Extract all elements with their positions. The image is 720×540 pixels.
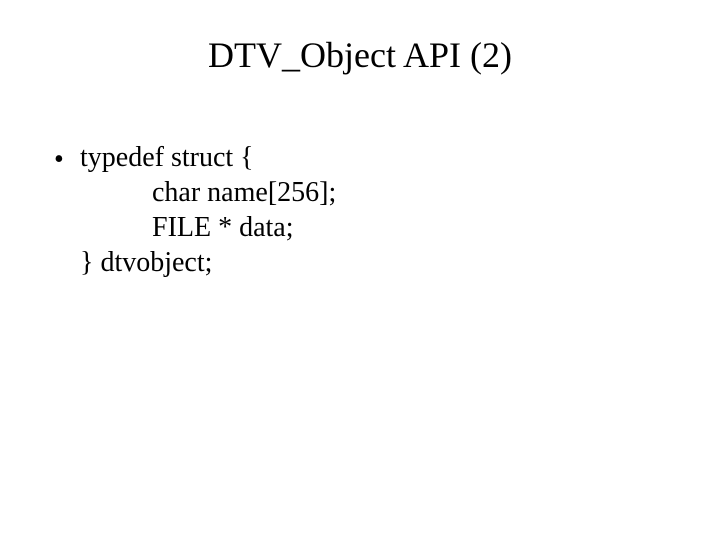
slide-body: • typedef struct { char name[256]; FILE … [54, 140, 666, 280]
bullet-content: typedef struct { char name[256]; FILE * … [80, 140, 666, 280]
code-line-3: FILE * data; [80, 210, 666, 245]
code-line-2: char name[256]; [80, 175, 666, 210]
bullet-item: • typedef struct { char name[256]; FILE … [54, 140, 666, 280]
slide-title: DTV_Object API (2) [0, 34, 720, 76]
code-line-1: typedef struct { [80, 140, 666, 175]
slide: DTV_Object API (2) • typedef struct { ch… [0, 0, 720, 540]
code-line-4: } dtvobject; [80, 245, 666, 280]
bullet-dot-icon: • [54, 140, 80, 177]
